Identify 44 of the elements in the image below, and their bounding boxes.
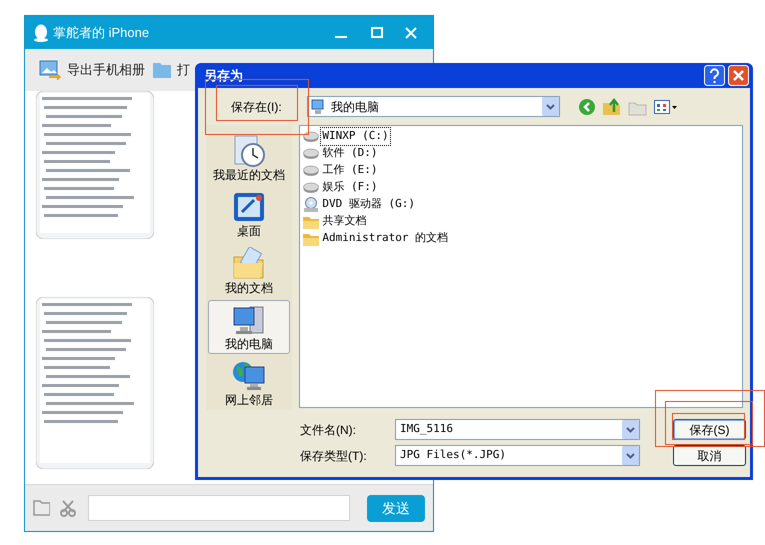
penguin-icon (33, 24, 49, 42)
close-icon[interactable] (405, 26, 417, 38)
field-label: 文件名(N): (300, 422, 357, 438)
place-item[interactable]: 我的电脑 (208, 300, 290, 354)
field-label: 保存类型(T): (300, 448, 368, 464)
drive-icon (303, 130, 320, 142)
place-item[interactable]: 网上邻居 (208, 356, 290, 410)
drive-icon (303, 148, 320, 160)
folder-document-icon (232, 246, 266, 280)
file-item[interactable]: 共享文档 (320, 212, 368, 231)
folder-up-icon[interactable] (602, 98, 622, 116)
picture-export-icon (39, 60, 61, 80)
view-menu-icon[interactable] (654, 98, 678, 114)
file-name-field[interactable]: IMG_5116 (395, 419, 640, 440)
clock-document-icon (232, 134, 266, 168)
place-item[interactable]: 我的文档 (208, 243, 290, 298)
file-item[interactable]: Administrator 的文档 (320, 229, 450, 248)
cancel-button[interactable]: 取消 (673, 445, 746, 466)
folder-icon[interactable] (33, 500, 50, 516)
folder-icon (303, 214, 320, 228)
field-label: 保存在(I): (231, 98, 283, 116)
message-input[interactable] (88, 495, 350, 521)
disc-drive-icon (303, 196, 320, 212)
toolbar-button[interactable]: 打 (153, 60, 190, 80)
drive-icon (303, 164, 320, 176)
close-icon[interactable] (728, 65, 749, 86)
file-item[interactable]: 软件 (D:) (320, 144, 380, 163)
help-icon[interactable] (704, 65, 725, 86)
window-title: 掌舵者的 iPhone (53, 24, 150, 42)
toolbar-button[interactable]: 导出手机相册 (39, 60, 145, 80)
file-type-dropdown[interactable]: JPG Files(*.JPG) (395, 445, 640, 466)
file-item[interactable]: 工作 (E:) (320, 161, 380, 180)
location-dropdown[interactable]: 我的电脑 (307, 96, 560, 117)
file-item[interactable]: DVD 驱动器 (G:) (320, 195, 417, 214)
folder-icon (153, 62, 171, 78)
file-item[interactable]: WINXP (C:) (320, 127, 391, 146)
drive-icon (303, 182, 320, 194)
scissors-icon[interactable] (60, 500, 76, 516)
folder-icon (303, 232, 320, 246)
save-button[interactable]: 保存(S) (673, 419, 746, 440)
file-item[interactable]: 娱乐 (F:) (320, 178, 380, 197)
maximize-icon[interactable] (371, 27, 383, 38)
place-item[interactable]: 我最近的文档 (208, 131, 290, 186)
place-item[interactable]: 桌面 (208, 187, 290, 242)
